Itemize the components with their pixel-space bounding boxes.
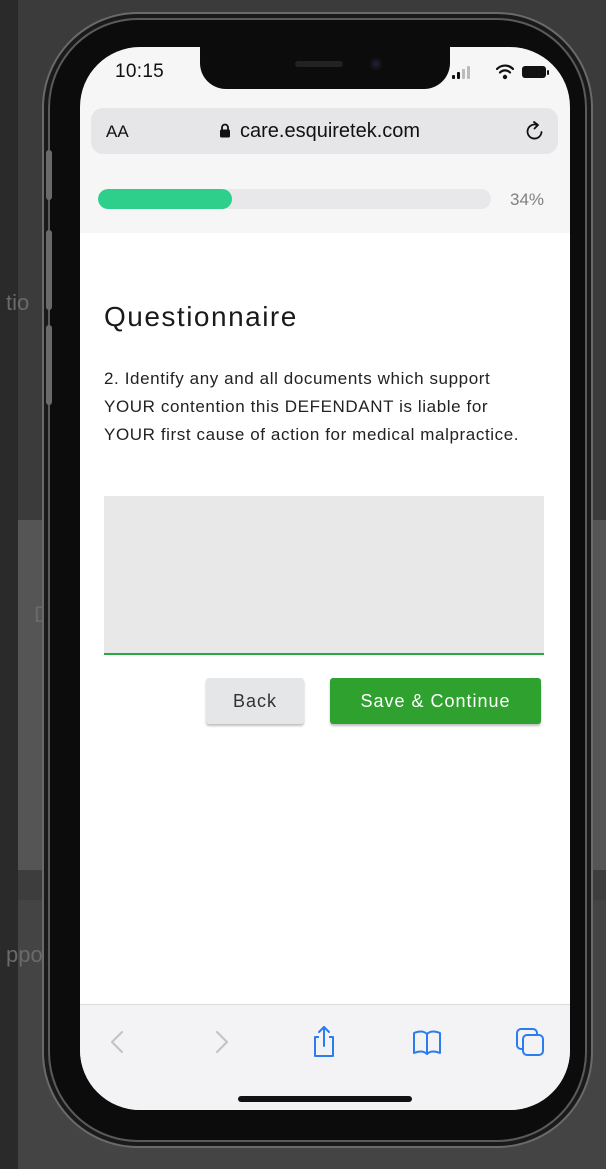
text-size-button[interactable]: AA: [106, 122, 129, 142]
background-edge: [0, 0, 18, 1169]
wifi-icon: [496, 64, 514, 80]
notch: [200, 47, 450, 89]
address-bar[interactable]: AA care.esquiretek.com: [91, 108, 558, 154]
progress-percent: 34%: [510, 190, 545, 209]
main-content: Questionnaire 2. Identify any and all do…: [80, 233, 570, 1004]
page-title: Questionnaire: [104, 301, 298, 332]
volume-down-button: [46, 325, 52, 405]
status-icons: [452, 63, 549, 81]
chevron-right-icon[interactable]: [204, 1025, 238, 1059]
background-text: D: [34, 602, 50, 627]
save-continue-button[interactable]: Save & Continue: [330, 678, 541, 724]
book-icon[interactable]: [410, 1025, 444, 1059]
background-text: ppo: [6, 942, 43, 967]
background-text: tio: [6, 290, 30, 315]
lock-icon: [220, 123, 230, 138]
chevron-left-icon[interactable]: [101, 1025, 135, 1059]
answer-textarea[interactable]: [104, 496, 544, 655]
reload-icon[interactable]: [524, 120, 546, 142]
tabs-icon[interactable]: [513, 1025, 547, 1059]
url-text[interactable]: care.esquiretek.com: [240, 120, 420, 143]
progress-bar: [98, 189, 491, 209]
status-time: 10:15: [115, 61, 165, 82]
home-indicator[interactable]: [238, 1096, 412, 1102]
battery-cap: [547, 70, 549, 75]
progress-fill: [98, 189, 232, 209]
back-button[interactable]: Back: [206, 678, 304, 724]
phone-screen: 10:15 AA care.esquiretek.com 34% Questio…: [80, 47, 570, 1110]
battery-icon: [522, 66, 546, 78]
share-icon[interactable]: [307, 1025, 341, 1059]
volume-up-button: [46, 230, 52, 310]
browser-toolbar: [80, 1004, 570, 1110]
progress-section: 34%: [80, 167, 570, 233]
question-text: 2. Identify any and all documents which …: [104, 369, 520, 444]
speaker: [295, 61, 343, 67]
camera: [370, 58, 382, 70]
mute-switch: [46, 150, 52, 200]
